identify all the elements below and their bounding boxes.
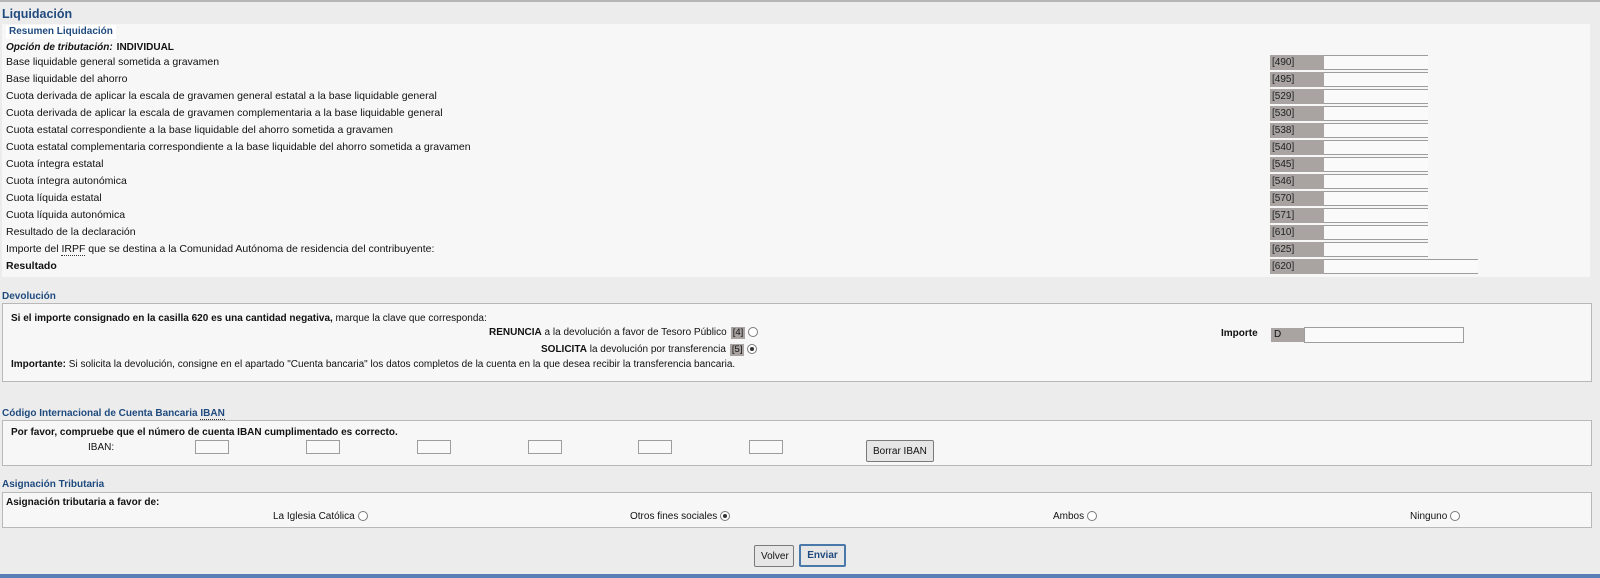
row-label-490: Base liquidable general sometida a grava… [6,56,220,68]
opcion-label: Opción de tributación: [6,42,113,53]
importante-bold: Importante: [11,359,66,370]
row-input-495[interactable] [1324,72,1428,87]
row-code-540: [540] [1270,140,1324,155]
iban-field-2[interactable] [306,440,340,454]
option-iglesia: La Iglesia Católica [273,511,368,522]
row-input-530[interactable] [1324,106,1428,121]
row-code-495: [495] [1270,72,1324,87]
iglesia-radio[interactable] [357,511,368,522]
row-input-625[interactable] [1324,242,1428,257]
iban-field-1[interactable] [195,440,229,454]
option-ninguno-label: Ninguno [1410,511,1448,522]
asignacion-title: Asignación Tributaria [2,479,105,490]
devolucion-intro: Si el importe consignado en la casilla 6… [11,313,487,324]
bottom-border [0,574,1600,578]
row-code-490: [490] [1270,55,1324,70]
page-title: Liquidación [2,7,73,21]
option-ninguno: Ninguno [1410,511,1461,522]
row-input-570[interactable] [1324,191,1428,206]
row-label-530: Cuota derivada de aplicar la escala de g… [6,107,443,119]
importante-note: Importante: Si solicita la devolución, c… [11,359,735,370]
iban-notice: Por favor, compruebe que el número de cu… [11,427,398,438]
importe-label: Importe [1221,328,1258,339]
borrar-iban-button[interactable]: Borrar IBAN [866,440,934,462]
row-label-538: Cuota estatal correspondiente a la base … [6,124,393,136]
row-label-570: Cuota líquida estatal [6,192,102,204]
row-code-620: [620] [1270,259,1324,274]
asignacion-panel [2,492,1592,528]
importe-input[interactable] [1304,327,1464,343]
renuncia-radio[interactable] [748,327,759,338]
row-input-571[interactable] [1324,208,1428,223]
solicita-code: [5] [729,344,745,356]
row-label-625-post: que se destina a la Comunidad Autónoma d… [85,243,435,255]
row-label-540: Cuota estatal complementaria correspondi… [6,141,471,153]
row-label-625: Importe del IRPF que se destina a la Com… [6,243,435,256]
otros-radio[interactable] [720,511,731,522]
row-label-625-pre: Importe del [6,243,62,255]
row-label-571: Cuota líquida autonómica [6,209,126,221]
row-code-545: [545] [1270,157,1324,172]
row-label-545: Cuota íntegra estatal [6,158,104,170]
importante-text: Si solicita la devolución, consigne en e… [66,359,736,370]
asignacion-label: Asignación tributaria a favor de: [6,497,160,508]
renuncia-text: a la devolución a favor de Tesoro Públic… [541,327,727,338]
opcion-value: INDIVIDUAL [116,42,174,53]
devolucion-intro-rest: marque la clave que corresponda: [332,313,487,324]
renuncia-option: RENUNCIA a la devolución a favor de Teso… [489,327,759,339]
row-input-529[interactable] [1324,89,1428,104]
row-input-610[interactable] [1324,225,1428,240]
row-input-490[interactable] [1324,55,1428,70]
iban-label: IBAN: [88,442,115,453]
top-border [0,0,1600,2]
row-code-625: [625] [1270,242,1324,257]
iban-title: Código Internacional de Cuenta Bancaria … [2,408,225,420]
row-input-538[interactable] [1324,123,1428,138]
row-code-610: [610] [1270,225,1324,240]
row-code-529: [529] [1270,89,1324,104]
iban-abbr: IBAN [200,408,225,420]
row-input-546[interactable] [1324,174,1428,189]
iban-field-4[interactable] [528,440,562,454]
importe-code: D [1271,328,1304,342]
row-code-571: [571] [1270,208,1324,223]
row-code-546: [546] [1270,174,1324,189]
solicita-text: la devolución por transferencia [586,344,726,355]
row-label-546: Cuota íntegra autonómica [6,175,127,187]
row-input-540[interactable] [1324,140,1428,155]
iban-field-3[interactable] [417,440,451,454]
solicita-radio[interactable] [747,344,758,355]
iban-field-5[interactable] [638,440,672,454]
row-label-529: Cuota derivada de aplicar la escala de g… [6,90,437,102]
opcion-tributacion: Opción de tributación: INDIVIDUAL [6,42,174,53]
enviar-button[interactable]: Enviar [799,544,846,567]
row-code-570: [570] [1270,191,1324,206]
ninguno-radio[interactable] [1450,511,1461,522]
renuncia-code: [4] [730,327,746,339]
resumen-tab[interactable]: Resumen Liquidación [6,25,116,39]
row-input-620[interactable] [1324,259,1478,274]
solicita-option: SOLICITA la devolución por transferencia… [541,344,758,356]
devolucion-title: Devolución [2,291,56,302]
row-label-495: Base liquidable del ahorro [6,73,128,85]
option-otros-label: Otros fines sociales [630,511,718,522]
volver-button[interactable]: Volver [754,545,794,567]
option-iglesia-label: La Iglesia Católica [273,511,355,522]
row-label-610: Resultado de la declaración [6,226,136,238]
irpf-abbr: IRPF [61,243,86,256]
iban-field-6[interactable] [749,440,783,454]
devolucion-intro-bold: Si el importe consignado en la casilla 6… [11,313,333,324]
row-label-620: Resultado [6,260,57,272]
row-input-545[interactable] [1324,157,1428,172]
renuncia-bold: RENUNCIA [489,327,542,338]
option-otros: Otros fines sociales [630,511,731,522]
solicita-bold: SOLICITA [541,344,587,355]
option-ambos: Ambos [1053,511,1098,522]
row-code-538: [538] [1270,123,1324,138]
iban-title-text: Código Internacional de Cuenta Bancaria [2,408,201,419]
option-ambos-label: Ambos [1053,511,1085,522]
ambos-radio[interactable] [1087,511,1098,522]
row-code-530: [530] [1270,106,1324,121]
